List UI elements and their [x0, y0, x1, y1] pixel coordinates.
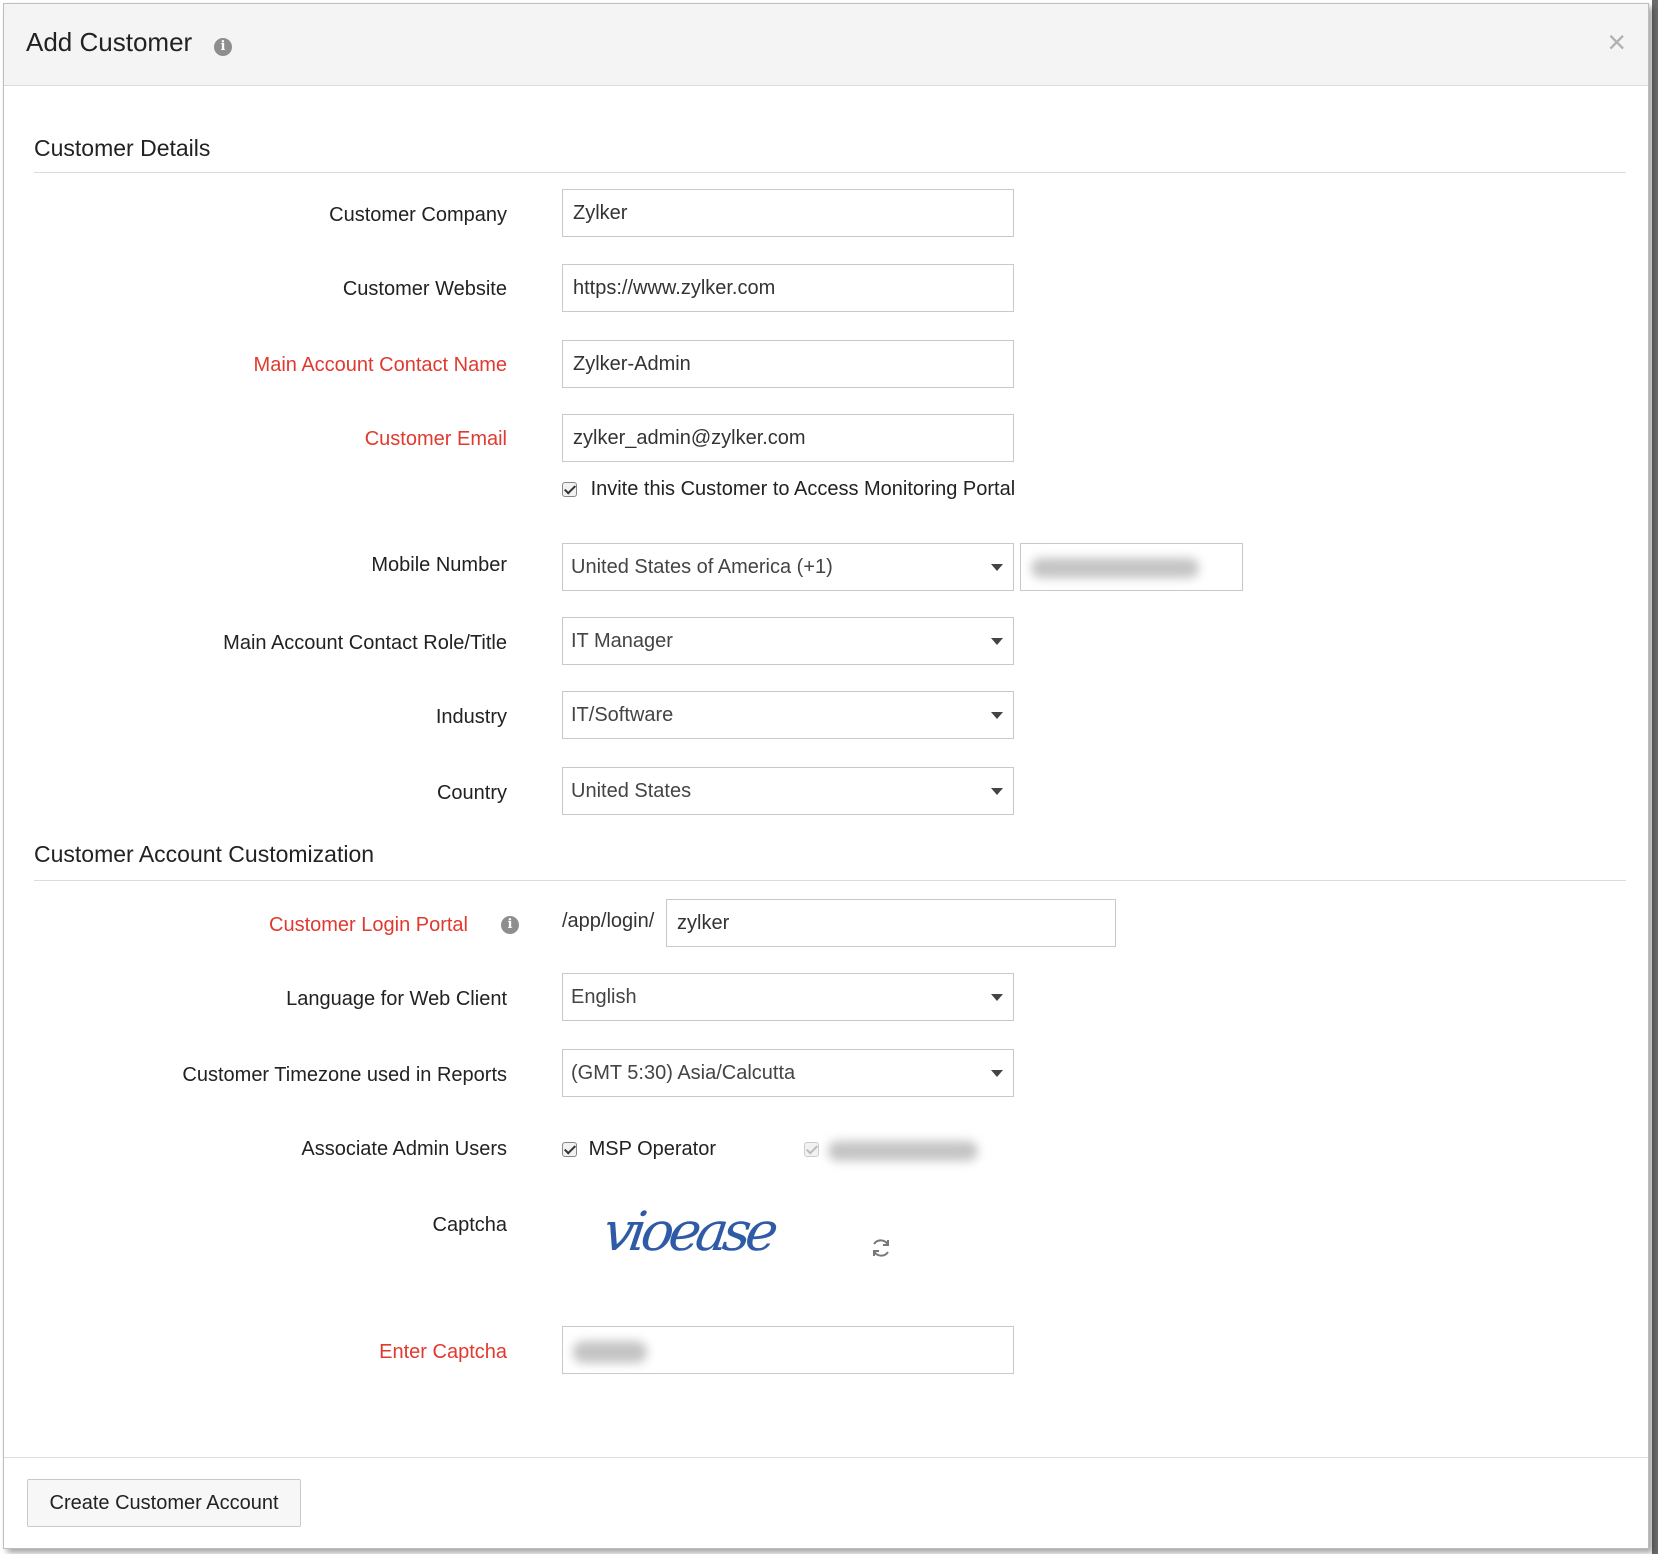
login-portal-label: Customer Login Portal: [269, 914, 468, 936]
customer-email-label: Customer Email: [364, 428, 507, 450]
country-code-select[interactable]: United States of America (+1): [562, 543, 1014, 591]
redacted-captcha-entry: [573, 1341, 647, 1363]
invite-checkbox-label: Invite this Customer to Access Monitorin…: [590, 478, 1016, 500]
create-customer-account-button[interactable]: Create Customer Account: [27, 1479, 301, 1527]
info-icon[interactable]: i: [214, 38, 232, 56]
country-value: United States: [571, 780, 692, 802]
dialog-header: Add Customer i ×: [4, 4, 1648, 86]
country-code-value: United States of America (+1): [571, 556, 833, 578]
msp-operator-label: MSP Operator: [588, 1138, 717, 1160]
info-icon[interactable]: i: [501, 916, 519, 934]
language-label: Language for Web Client: [286, 988, 507, 1010]
industry-select[interactable]: IT/Software: [562, 691, 1014, 739]
dialog-title: Add Customer: [26, 27, 193, 57]
timezone-label: Customer Timezone used in Reports: [182, 1064, 507, 1086]
chevron-down-icon: [991, 564, 1003, 571]
login-portal-prefix: /app/login/: [562, 910, 655, 932]
section-title-account-customization: Customer Account Customization: [34, 841, 375, 867]
section-title-customer-details: Customer Details: [34, 135, 211, 161]
chevron-down-icon: [991, 994, 1003, 1001]
chevron-down-icon: [991, 638, 1003, 645]
contact-role-label: Main Account Contact Role/Title: [223, 632, 507, 654]
refresh-icon[interactable]: [869, 1236, 893, 1260]
chevron-down-icon: [991, 712, 1003, 719]
contact-role-select[interactable]: IT Manager: [562, 617, 1014, 665]
enter-captcha-label: Enter Captcha: [379, 1341, 507, 1363]
chevron-down-icon: [991, 788, 1003, 795]
add-customer-dialog: Add Customer i × Customer Details Custom…: [3, 3, 1649, 1549]
invite-customer-checkbox-row[interactable]: Invite this Customer to Access Monitorin…: [562, 478, 1015, 501]
window-edge: [1652, 0, 1658, 1554]
language-select[interactable]: English: [562, 973, 1014, 1021]
country-select[interactable]: United States: [562, 767, 1014, 815]
country-label: Country: [436, 782, 507, 804]
timezone-value: (GMT 5:30) Asia/Calcutta: [571, 1062, 796, 1084]
admin-users-label: Associate Admin Users: [301, 1138, 507, 1160]
section-divider: [34, 172, 1626, 173]
customer-company-label: Customer Company: [329, 204, 507, 226]
contact-role-value: IT Manager: [571, 630, 673, 652]
captcha-image: vioease: [599, 1200, 778, 1263]
customer-website-label: Customer Website: [342, 278, 507, 300]
second-admin-checkbox-row[interactable]: [804, 1138, 978, 1161]
login-portal-input[interactable]: zylker: [666, 899, 1116, 947]
customer-website-input[interactable]: https://www.zylker.com: [562, 264, 1014, 312]
chevron-down-icon: [991, 1070, 1003, 1077]
mobile-number-label: Mobile Number: [371, 554, 507, 576]
section-divider: [34, 880, 1626, 881]
invite-checkbox[interactable]: [562, 482, 577, 498]
contact-name-input[interactable]: Zylker-Admin: [562, 340, 1014, 388]
msp-operator-checkbox-row[interactable]: MSP Operator: [562, 1138, 716, 1161]
footer-divider: [4, 1457, 1648, 1458]
redacted-admin-name: [828, 1141, 978, 1161]
customer-company-input[interactable]: Zylker: [562, 189, 1014, 237]
contact-name-label: Main Account Contact Name: [253, 354, 507, 376]
second-admin-checkbox[interactable]: [804, 1142, 819, 1158]
close-icon[interactable]: ×: [1607, 26, 1626, 58]
language-value: English: [571, 986, 637, 1008]
redacted-phone: [1031, 558, 1199, 578]
msp-operator-checkbox[interactable]: [562, 1142, 577, 1158]
industry-value: IT/Software: [571, 704, 674, 726]
customer-email-input[interactable]: zylker_admin@zylker.com: [562, 414, 1014, 462]
timezone-select[interactable]: (GMT 5:30) Asia/Calcutta: [562, 1049, 1014, 1097]
enter-captcha-input[interactable]: [562, 1326, 1014, 1374]
mobile-number-input[interactable]: [1020, 543, 1243, 591]
industry-label: Industry: [435, 706, 507, 728]
captcha-label: Captcha: [432, 1214, 508, 1236]
